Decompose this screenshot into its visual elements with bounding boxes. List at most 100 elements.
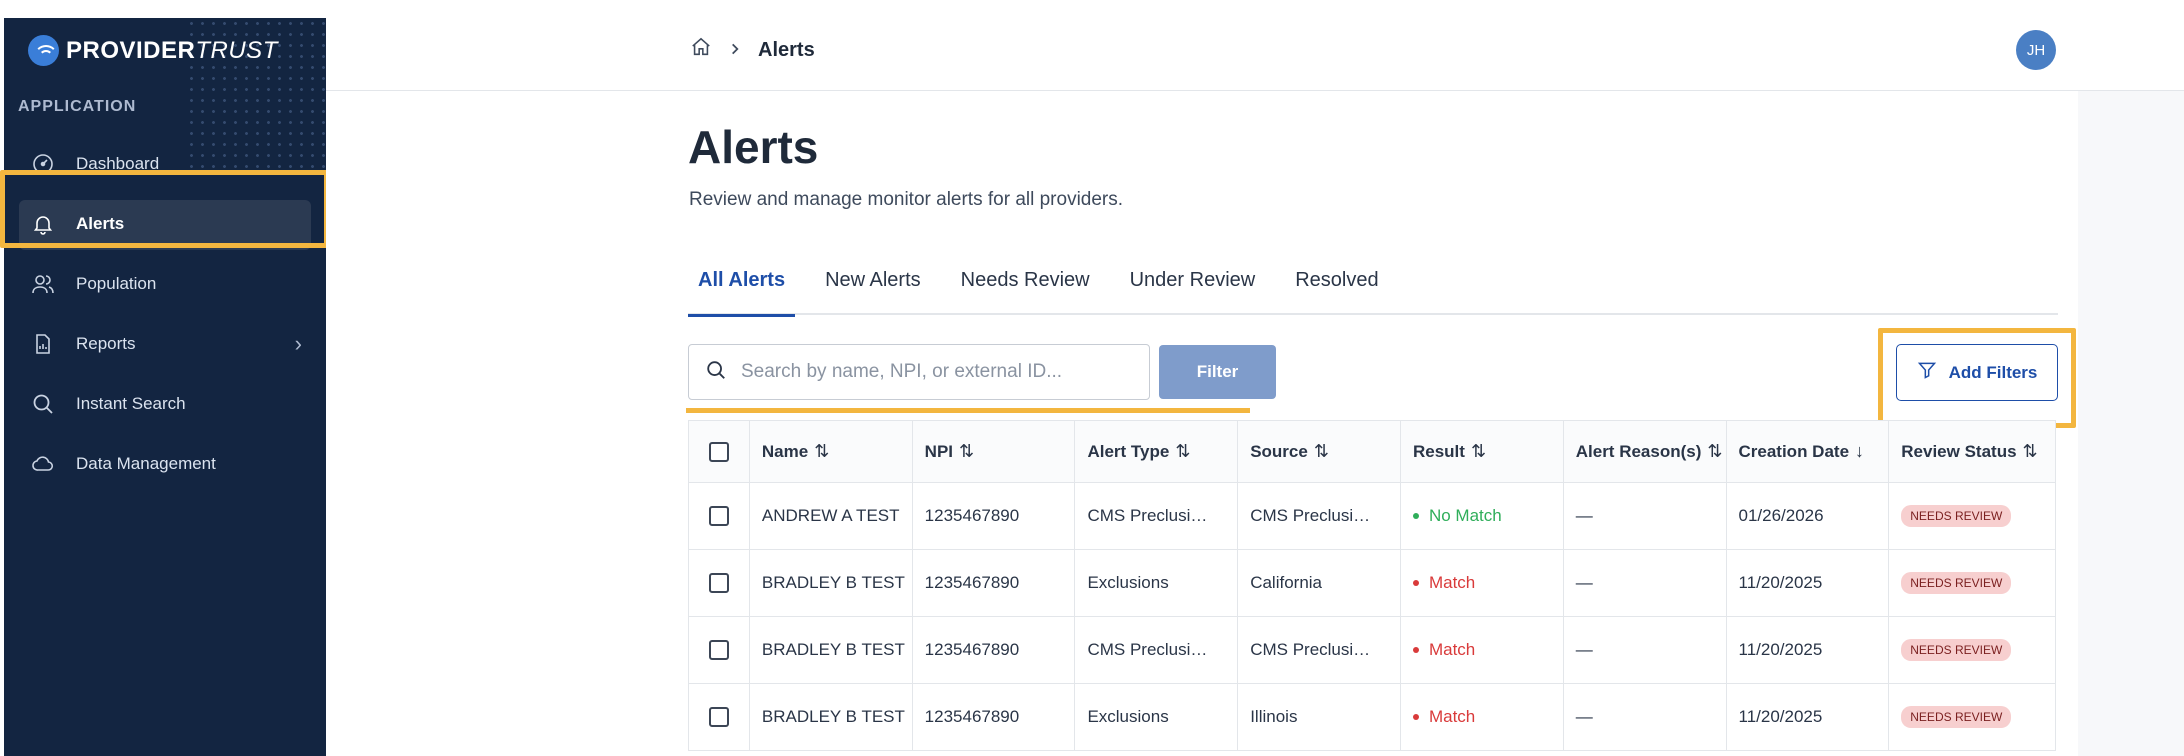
cell-review-status: NEEDS REVIEW	[1889, 550, 2055, 616]
cell-npi: 1235467890	[913, 550, 1076, 616]
sidebar: PROVIDERTRUST APPLICATION Dashboard Aler…	[4, 18, 326, 756]
status-badge: NEEDS REVIEW	[1901, 505, 2012, 527]
highlight-box-add-filters	[1878, 328, 2076, 428]
row-select-cell	[689, 483, 750, 549]
table-row[interactable]: ANDREW A TEST 1235467890 CMS Preclusio… CMS…	[689, 483, 2055, 550]
search-input[interactable]	[741, 361, 1121, 383]
cell-name: BRADLEY B TEST	[750, 550, 913, 616]
tab-needs-review[interactable]: Needs Review	[951, 255, 1100, 315]
search-icon	[705, 359, 727, 386]
cell-alert-reasons: —	[1564, 550, 1727, 616]
cell-review-status: NEEDS REVIEW	[1889, 483, 2055, 549]
column-header-source[interactable]: Source ⇅	[1238, 421, 1401, 482]
sort-icon[interactable]: ⇅	[959, 441, 974, 462]
cell-creation-date: 11/20/2025	[1727, 550, 1890, 616]
avatar[interactable]: JH	[2016, 30, 2056, 70]
sidebar-item-label: Data Management	[76, 454, 216, 473]
table-row[interactable]: BRADLEY B TEST 1235467890 Exclusions Illino…	[689, 684, 2055, 751]
cell-review-status: NEEDS REVIEW	[1889, 617, 2055, 683]
cell-source: California	[1238, 550, 1401, 616]
sidebar-item-label: Reports	[76, 334, 136, 353]
home-icon[interactable]	[690, 36, 712, 64]
chevron-right-icon	[728, 39, 742, 62]
cell-npi: 1235467890	[913, 483, 1076, 549]
tab-under-review[interactable]: Under Review	[1120, 255, 1266, 315]
select-all-checkbox[interactable]	[708, 441, 729, 462]
cell-creation-date: 11/20/2025	[1727, 684, 1890, 750]
sort-icon[interactable]: ⇅	[1471, 441, 1486, 462]
cell-alert-type: CMS Preclusio…	[1075, 483, 1239, 549]
alerts-table: Name ⇅ NPI ⇅ Alert Type ⇅ Source ⇅ Result ⇅ A…	[688, 420, 2056, 751]
sort-icon[interactable]: ⇅	[1314, 441, 1329, 462]
search-box	[688, 344, 1150, 400]
cell-alert-type: Exclusions	[1075, 684, 1239, 750]
page-subtitle: Review and manage monitor alerts for all…	[689, 189, 1124, 210]
cell-review-status: NEEDS REVIEW	[1889, 684, 2055, 750]
column-header-alert-reasons[interactable]: Alert Reason(s) ⇅	[1564, 421, 1727, 482]
table-header-row: Name ⇅ NPI ⇅ Alert Type ⇅ Source ⇅ Result ⇅ A…	[689, 421, 2055, 483]
chevron-right-icon: ›	[294, 331, 302, 356]
breadcrumb-current: Alerts	[758, 38, 815, 61]
cell-source: CMS Preclusio…	[1238, 483, 1401, 549]
cell-name: BRADLEY B TEST	[750, 684, 913, 750]
column-header-creation-date[interactable]: Creation Date ↓	[1727, 421, 1890, 482]
logo-mark-icon	[28, 35, 59, 66]
cell-source: CMS Preclusio…	[1238, 617, 1401, 683]
column-header-name[interactable]: Name ⇅	[750, 421, 913, 482]
status-badge: NEEDS REVIEW	[1901, 639, 2012, 661]
highlight-box-alerts	[0, 170, 329, 248]
row-checkbox[interactable]	[708, 506, 729, 526]
tab-all-alerts[interactable]: All Alerts	[688, 255, 796, 317]
tab-resolved[interactable]: Resolved	[1285, 255, 1388, 315]
row-checkbox[interactable]	[708, 707, 729, 727]
result-status-dot	[1412, 580, 1419, 586]
cell-creation-date: 01/26/2026	[1727, 483, 1890, 549]
sort-icon[interactable]: ⇅	[1707, 441, 1722, 462]
sidebar-item-label: Instant Search	[76, 394, 186, 413]
table-row[interactable]: BRADLEY B TEST 1235467890 Exclusions Califo…	[689, 550, 2055, 617]
status-badge: NEEDS REVIEW	[1901, 706, 2012, 728]
sort-icon[interactable]: ⇅	[2023, 441, 2038, 462]
cell-alert-reasons: —	[1564, 617, 1727, 683]
cell-result: Match	[1401, 684, 1564, 750]
highlight-underline-search	[686, 408, 1250, 413]
sidebar-section-label: APPLICATION	[18, 98, 137, 115]
breadcrumb: Alerts	[690, 36, 815, 64]
filter-button[interactable]: Filter	[1159, 345, 1276, 399]
row-select-cell	[689, 684, 750, 750]
sort-desc-icon[interactable]: ↓	[1855, 441, 1864, 462]
cell-result: No Match	[1401, 483, 1564, 549]
column-header-alert-type[interactable]: Alert Type ⇅	[1075, 421, 1239, 482]
alert-tabs: All Alerts New Alerts Needs Review Under…	[688, 255, 2058, 317]
page-title: Alerts	[688, 121, 819, 173]
column-header-review-status[interactable]: Review Status ⇅	[1889, 421, 2055, 482]
select-all-cell	[689, 421, 750, 482]
sidebar-item-label: Population	[76, 274, 157, 293]
status-badge: NEEDS REVIEW	[1901, 572, 2012, 594]
top-bar: Alerts JH	[326, 0, 2184, 91]
result-status-dot	[1412, 513, 1419, 519]
cell-alert-reasons: —	[1564, 483, 1727, 549]
sort-icon[interactable]: ⇅	[1175, 441, 1190, 462]
cell-alert-type: CMS Preclusio…	[1075, 617, 1239, 683]
cell-npi: 1235467890	[913, 617, 1076, 683]
row-checkbox[interactable]	[708, 573, 729, 593]
sidebar-item-population[interactable]: Population	[4, 254, 326, 314]
column-header-npi[interactable]: NPI ⇅	[913, 421, 1076, 482]
row-checkbox[interactable]	[708, 640, 729, 660]
page-gutter	[2078, 91, 2184, 756]
report-icon	[30, 331, 56, 357]
sidebar-item-reports[interactable]: Reports ›	[4, 314, 326, 374]
row-select-cell	[689, 617, 750, 683]
tab-new-alerts[interactable]: New Alerts	[815, 255, 931, 315]
sort-icon[interactable]: ⇅	[814, 441, 829, 462]
column-header-result[interactable]: Result ⇅	[1401, 421, 1564, 482]
cloud-icon	[30, 451, 56, 477]
table-row[interactable]: BRADLEY B TEST 1235467890 CMS Preclusio… CM…	[689, 617, 2055, 684]
sidebar-item-instant-search[interactable]: Instant Search	[4, 374, 326, 434]
sidebar-item-data-management[interactable]: Data Management	[4, 434, 326, 494]
cell-result: Match	[1401, 617, 1564, 683]
brand-logo[interactable]: PROVIDERTRUST	[28, 35, 278, 66]
cell-name: BRADLEY B TEST	[750, 617, 913, 683]
people-icon	[30, 271, 56, 297]
